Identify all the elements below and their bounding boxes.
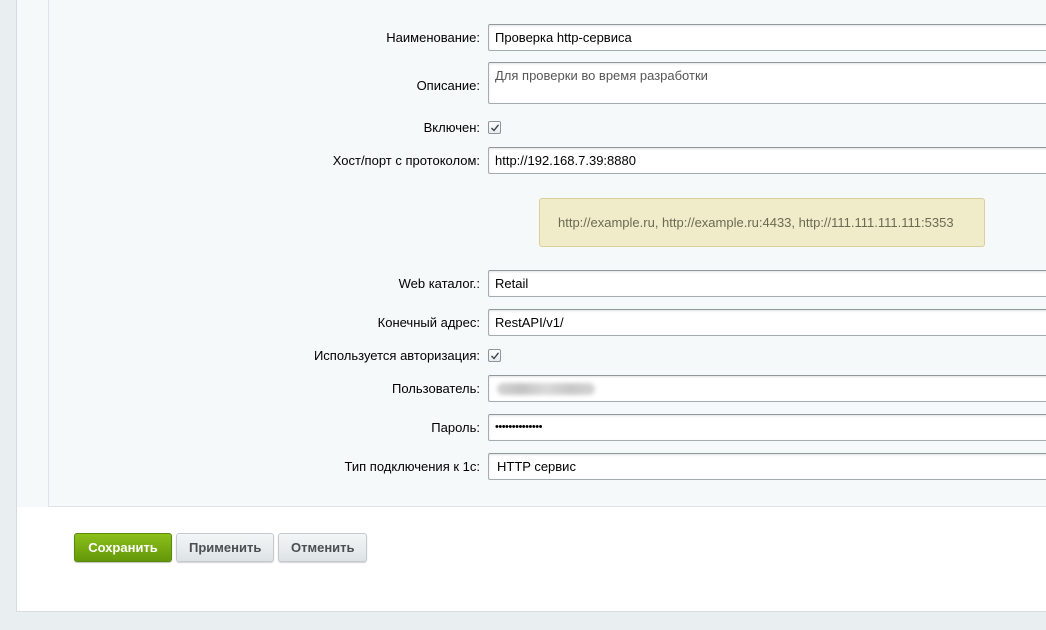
description-textarea[interactable]: Для проверки во время разработки [488,62,1046,104]
enabled-label: Включен: [423,120,480,135]
enabled-checkbox[interactable] [488,121,501,134]
host-input[interactable] [488,147,1046,174]
form-gutter [17,0,48,507]
auth-label: Используется авторизация: [313,348,480,363]
auth-checkbox[interactable] [488,349,501,362]
name-input[interactable] [488,24,1046,51]
web-catalog-label: Web каталог.: [398,276,480,291]
host-hint: http://example.ru, http://example.ru:443… [539,198,985,247]
endpoint-label: Конечный адрес: [377,315,480,330]
user-label: Пользователь: [392,381,480,396]
connection-type-select[interactable]: HTTP сервис [488,453,1046,480]
password-label: Пароль: [431,420,480,435]
check-icon [491,352,500,360]
name-label: Наименование: [386,30,480,45]
host-label: Хост/порт с протоколом: [332,153,480,168]
password-input[interactable]: •••••••••••••• [488,414,1046,441]
apply-button[interactable]: Применить [176,533,274,562]
redacted-username [497,383,595,395]
connection-type-label: Тип подключения к 1с: [344,459,480,474]
save-button[interactable]: Сохранить [74,533,172,562]
web-catalog-input[interactable] [488,270,1046,297]
check-icon [491,124,500,132]
description-label: Описание: [416,78,480,93]
endpoint-input[interactable] [488,309,1046,336]
cancel-button[interactable]: Отменить [278,533,367,562]
